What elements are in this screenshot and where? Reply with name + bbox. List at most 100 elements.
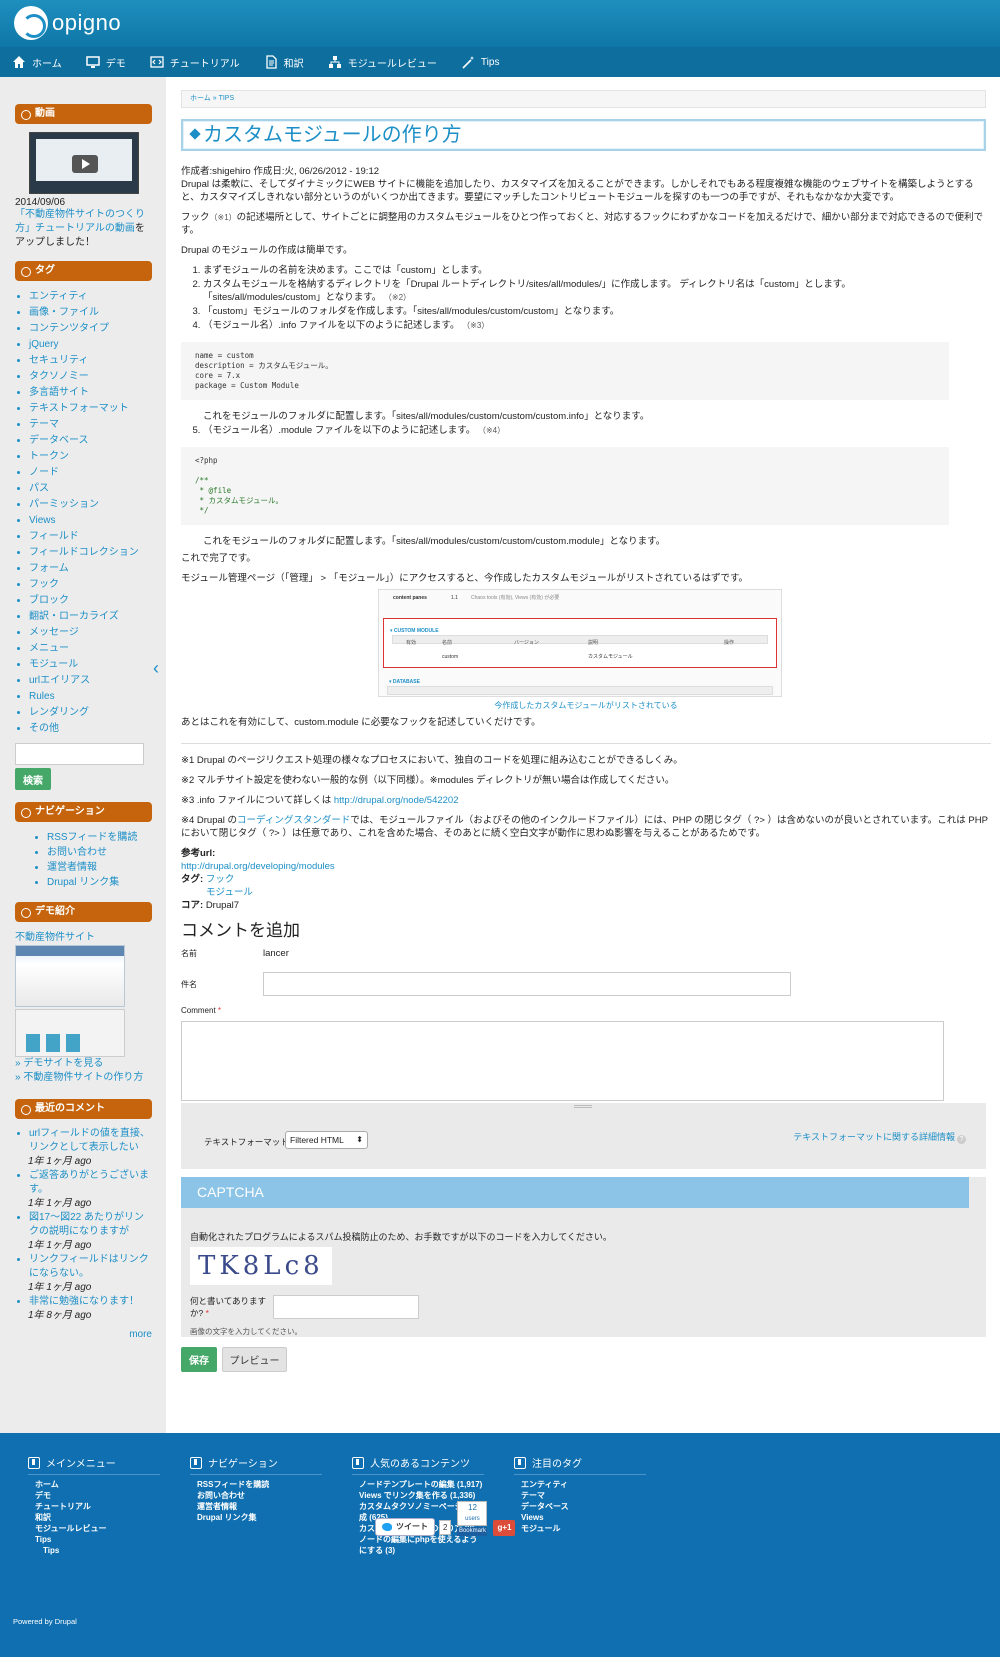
captcha-input[interactable]: [273, 1295, 419, 1319]
demo-site-link[interactable]: 不動産物件サイト: [15, 928, 152, 943]
footer-link[interactable]: エンティティ: [521, 1479, 646, 1490]
site-logo[interactable]: opigno: [14, 6, 121, 40]
footer-link[interactable]: モジュールレビュー: [35, 1523, 160, 1534]
nav-item-tutorial[interactable]: チュートリアル: [150, 55, 240, 70]
tag-link[interactable]: フィールドコレクション: [29, 545, 152, 561]
tag-link[interactable]: パーミッション: [29, 497, 152, 513]
tag-link[interactable]: Views: [29, 513, 152, 529]
collapse-sidebar-icon[interactable]: ‹: [153, 658, 159, 679]
tag-link[interactable]: ブロック: [29, 593, 152, 609]
footer-link[interactable]: Views でリンク集を作る (1,336): [359, 1490, 484, 1501]
coding-standard-link[interactable]: コーディングスタンダード: [237, 815, 350, 826]
preview-button[interactable]: プレビュー: [222, 1347, 287, 1372]
breadcrumb[interactable]: ホーム » TIPS: [181, 90, 986, 108]
demo-screenshot[interactable]: [15, 945, 125, 1007]
footer-link[interactable]: Views: [521, 1512, 646, 1523]
footer-link[interactable]: ホーム: [35, 1479, 160, 1490]
footer-sub-link[interactable]: Tips: [35, 1545, 160, 1556]
recent-comment-link[interactable]: urlフィールドの値を直接、リンクとして表示したい: [29, 1128, 150, 1153]
tag-link[interactable]: コンテンツタイプ: [29, 321, 152, 337]
search-button[interactable]: 検索: [15, 768, 51, 790]
navigation-link[interactable]: 運営者情報: [47, 860, 152, 875]
tag-link[interactable]: フォーム: [29, 561, 152, 577]
footer-link[interactable]: モジュール: [521, 1523, 646, 1534]
play-icon[interactable]: [72, 155, 98, 173]
navigation-link[interactable]: Drupal リンク集: [47, 875, 152, 890]
recent-comment-link[interactable]: 図17〜図22 あたりがリンクの説明になりますが: [29, 1212, 144, 1237]
tag-link[interactable]: 翻訳・ローカライズ: [29, 609, 152, 625]
tag-link[interactable]: ノード: [29, 465, 152, 481]
bookmark-icon: [514, 1456, 526, 1469]
demo-screenshot-2[interactable]: [15, 1009, 125, 1057]
tag-link[interactable]: フィールド: [29, 529, 152, 545]
tag-link[interactable]: 画像・ファイル: [29, 305, 152, 321]
footer-link[interactable]: ノードの編集にphpを使えるようにする (3): [359, 1534, 484, 1556]
see-demo-link[interactable]: » デモサイトを見る: [15, 1057, 152, 1071]
recent-comment-link[interactable]: ご返答ありがとうございます。: [29, 1170, 149, 1195]
tag-link[interactable]: メニュー: [29, 641, 152, 657]
tag-link[interactable]: モジュール: [29, 657, 152, 673]
footer-link[interactable]: ノードテンプレートの編集 (1,917): [359, 1479, 484, 1490]
tag-link[interactable]: レンダリング: [29, 705, 152, 721]
bookmark-icon: [28, 1456, 40, 1469]
video-thumbnail[interactable]: [29, 132, 139, 194]
tag-link[interactable]: フック: [29, 577, 152, 593]
navigation-link[interactable]: お問い合わせ: [47, 845, 152, 860]
tag-link[interactable]: Rules: [29, 689, 152, 705]
search-input[interactable]: [15, 743, 144, 765]
hatena-bookmark-button[interactable]: 12 users Bookmark: [457, 1501, 488, 1536]
nav-item-home[interactable]: ホーム: [12, 55, 62, 70]
core-value: Drupal7: [205, 900, 240, 911]
resize-grip[interactable]: [574, 1105, 592, 1108]
tag-link[interactable]: タクソノミー: [29, 369, 152, 385]
tag-link[interactable]: テーマ: [29, 417, 152, 433]
video-news-link[interactable]: 「不動産物件サイトのつくり方」チュートリアルの動画: [15, 209, 145, 234]
tag-link[interactable]: メッセージ: [29, 625, 152, 641]
footer-link[interactable]: チュートリアル: [35, 1501, 160, 1512]
nav-item-module-review[interactable]: モジュールレビュー: [328, 55, 437, 70]
footer-link[interactable]: Drupal リンク集: [197, 1512, 322, 1523]
steps-list: まずモジュールの名前を決めます。ここでは「custom」とします。 カスタムモジ…: [181, 264, 991, 548]
footer-link[interactable]: RSSフィードを購読: [197, 1479, 322, 1490]
nav-item-tips[interactable]: Tips: [461, 55, 499, 69]
save-button[interactable]: 保存: [181, 1347, 217, 1372]
footer-link[interactable]: 運営者情報: [197, 1501, 322, 1512]
recent-comment-link[interactable]: リンクフィールドはリンクにならない。: [29, 1254, 149, 1279]
navigation-link[interactable]: RSSフィードを購読: [47, 830, 152, 845]
footer-link[interactable]: テーマ: [521, 1490, 646, 1501]
footer-link[interactable]: 和訳: [35, 1512, 160, 1523]
tag-link[interactable]: データベース: [29, 433, 152, 449]
howto-link[interactable]: » 不動産物件サイトの作り方: [15, 1071, 152, 1085]
text-format-select[interactable]: Filtered HTML ⬍: [285, 1131, 368, 1149]
footer-link[interactable]: デモ: [35, 1490, 160, 1501]
tag-link[interactable]: その他: [29, 721, 152, 737]
recent-comment-link[interactable]: 非常に勉強になります！: [29, 1296, 139, 1307]
tag-link[interactable]: トークン: [29, 449, 152, 465]
nav-item-translation[interactable]: 和訳: [264, 55, 304, 70]
tag-link[interactable]: セキュリティ: [29, 353, 152, 369]
tag-link[interactable]: パス: [29, 481, 152, 497]
article-meta: 作成者:shigehiro 作成日:火, 06/26/2012 - 19:12: [181, 166, 380, 177]
tag-link[interactable]: 多言語サイト: [29, 385, 152, 401]
footer-link[interactable]: お問い合わせ: [197, 1490, 322, 1501]
nav-item-demo[interactable]: デモ: [85, 55, 126, 70]
tag-link-hook[interactable]: フック: [206, 874, 235, 885]
footnote-ref: （※1）: [209, 213, 237, 222]
ref-link[interactable]: http://drupal.org/developing/modules: [181, 861, 335, 872]
powered-by[interactable]: Powered by Drupal: [13, 1617, 77, 1626]
tweet-button[interactable]: ツイート: [375, 1518, 435, 1536]
tag-link[interactable]: エンティティ: [29, 289, 152, 305]
google-plus-button[interactable]: g+1: [493, 1520, 516, 1536]
more-link[interactable]: more: [15, 1329, 152, 1340]
text-format-help-link[interactable]: テキストフォーマットに関する詳細情報?: [793, 1131, 966, 1144]
tag-link[interactable]: jQuery: [29, 337, 152, 353]
document-icon: [264, 55, 278, 69]
footer-link[interactable]: データベース: [521, 1501, 646, 1512]
footer-link[interactable]: Tips: [35, 1534, 160, 1545]
tag-link[interactable]: テキストフォーマット: [29, 401, 152, 417]
info-doc-link[interactable]: http://drupal.org/node/542202: [334, 795, 459, 806]
tag-link-module[interactable]: モジュール: [206, 887, 253, 898]
subject-input[interactable]: [263, 972, 791, 996]
comment-textarea[interactable]: [181, 1021, 944, 1101]
tag-link[interactable]: urlエイリアス: [29, 673, 152, 689]
